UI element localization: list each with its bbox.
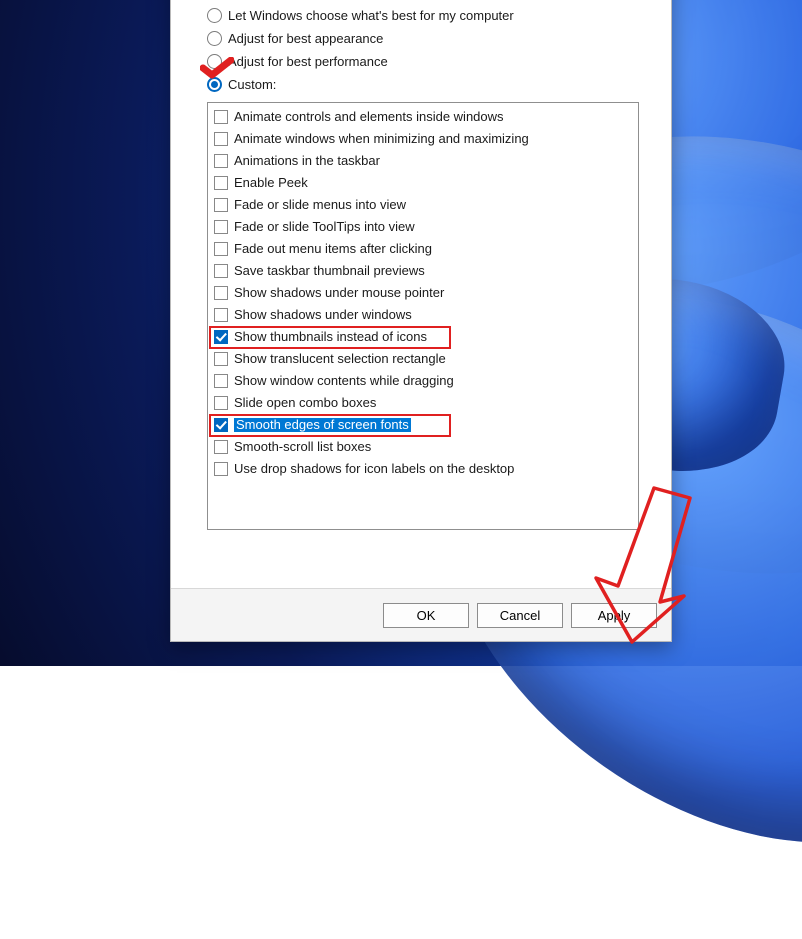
option-row[interactable]: Fade or slide ToolTips into view [210,216,636,238]
checkbox-icon [214,198,228,212]
option-row[interactable]: Save taskbar thumbnail previews [210,260,636,282]
checkbox-icon [214,286,228,300]
option-label: Slide open combo boxes [234,396,376,410]
option-row[interactable]: Smooth edges of screen fonts [210,414,636,436]
option-label: Save taskbar thumbnail previews [234,264,425,278]
dialog-button-bar: OK Cancel Apply [171,588,671,641]
checkbox-icon [214,462,228,476]
option-label: Animations in the taskbar [234,154,380,168]
ok-button[interactable]: OK [383,603,469,628]
checkbox-icon [214,396,228,410]
checkbox-icon [214,176,228,190]
option-label: Fade out menu items after clicking [234,242,432,256]
radio-icon [207,54,222,69]
option-row[interactable]: Use drop shadows for icon labels on the … [210,458,636,480]
checkbox-icon [214,374,228,388]
checkbox-icon [214,110,228,124]
checkbox-icon [214,352,228,366]
option-row[interactable]: Show shadows under mouse pointer [210,282,636,304]
option-row[interactable]: Animate windows when minimizing and maxi… [210,128,636,150]
option-label: Fade or slide ToolTips into view [234,220,415,234]
apply-button[interactable]: Apply [571,603,657,628]
performance-options-dialog: performance of Windows on this computer.… [170,0,672,642]
option-row[interactable]: Fade or slide menus into view [210,194,636,216]
option-row[interactable]: Fade out menu items after clicking [210,238,636,260]
option-label: Fade or slide menus into view [234,198,406,212]
visual-effects-list[interactable]: Animate controls and elements inside win… [207,102,639,530]
option-row[interactable]: Show translucent selection rectangle [210,348,636,370]
radio-custom[interactable]: Custom: [207,73,653,96]
option-label: Animate controls and elements inside win… [234,110,504,124]
option-label: Show shadows under windows [234,308,412,322]
checkbox-icon [214,440,228,454]
checkbox-icon [214,330,228,344]
option-row[interactable]: Smooth-scroll list boxes [210,436,636,458]
checkbox-icon [214,264,228,278]
option-label: Show window contents while dragging [234,374,454,388]
radio-best-performance[interactable]: Adjust for best performance [207,50,653,73]
checkbox-icon [214,418,228,432]
option-row[interactable]: Slide open combo boxes [210,392,636,414]
radio-label: Adjust for best performance [228,54,388,69]
checkbox-icon [214,132,228,146]
option-row[interactable]: Enable Peek [210,172,636,194]
option-row[interactable]: Show shadows under windows [210,304,636,326]
option-label: Enable Peek [234,176,308,190]
radio-icon [207,31,222,46]
radio-auto[interactable]: Let Windows choose what's best for my co… [207,4,653,27]
option-row[interactable]: Animate controls and elements inside win… [210,106,636,128]
cancel-button[interactable]: Cancel [477,603,563,628]
radio-label: Let Windows choose what's best for my co… [228,8,514,23]
option-label: Use drop shadows for icon labels on the … [234,462,514,476]
checkbox-icon [214,220,228,234]
radio-icon [207,77,222,92]
option-row[interactable]: Animations in the taskbar [210,150,636,172]
checkbox-icon [214,308,228,322]
radio-icon [207,8,222,23]
option-label: Smooth-scroll list boxes [234,440,371,454]
visual-effects-radio-group: Let Windows choose what's best for my co… [207,4,653,96]
option-label: Show thumbnails instead of icons [234,330,427,344]
option-label: Show translucent selection rectangle [234,352,446,366]
option-label: Show shadows under mouse pointer [234,286,444,300]
checkbox-icon [214,154,228,168]
radio-label: Adjust for best appearance [228,31,383,46]
checkbox-icon [214,242,228,256]
option-label: Smooth edges of screen fonts [234,418,411,432]
option-label: Animate windows when minimizing and maxi… [234,132,529,146]
option-row[interactable]: Show window contents while dragging [210,370,636,392]
radio-best-appearance[interactable]: Adjust for best appearance [207,27,653,50]
option-row[interactable]: Show thumbnails instead of icons [210,326,636,348]
radio-label: Custom: [228,77,276,92]
